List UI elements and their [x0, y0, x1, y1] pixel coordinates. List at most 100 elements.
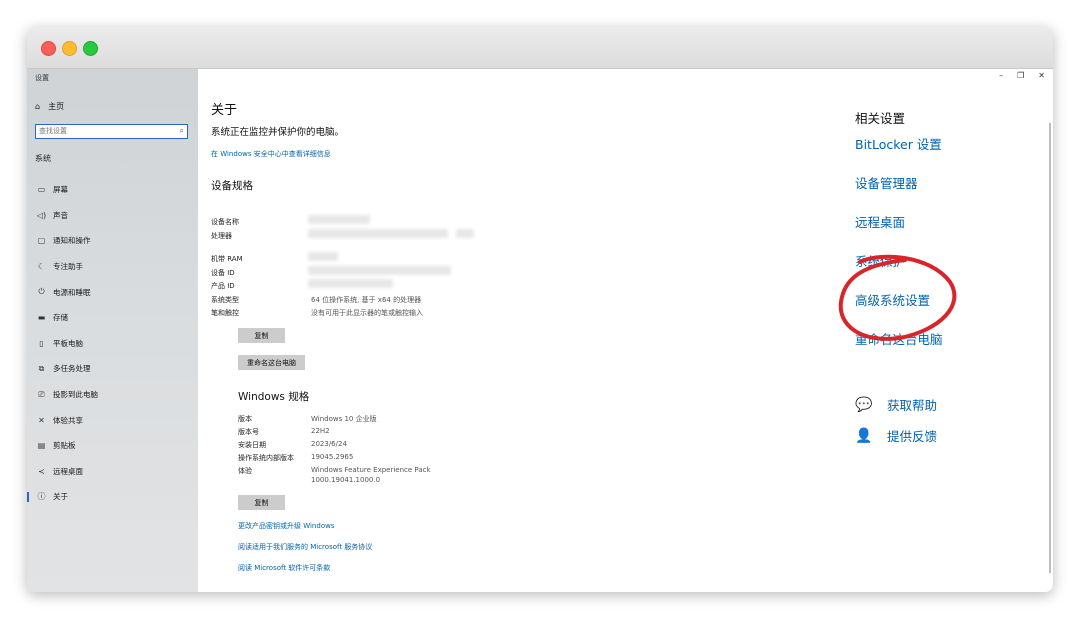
nav-label: 多任务处理: [53, 364, 91, 374]
system-type-label: 系统类型: [211, 296, 239, 304]
sidebar-item-storage[interactable]: ▬ 存储: [27, 305, 198, 331]
window-controls: – ❐ ✕: [999, 71, 1045, 80]
close-button[interactable]: ✕: [1038, 71, 1045, 80]
feedback-icon: 👤: [855, 427, 873, 444]
info-icon: ⓘ: [37, 492, 46, 502]
experience-value: Windows Feature Experience Pack: [311, 466, 431, 474]
sidebar-item-power[interactable]: ⏻ 电源和睡眠: [27, 279, 198, 305]
redacted-processor-speed: [456, 229, 474, 238]
sidebar-item-project[interactable]: ⎚ 投影到此电脑: [27, 382, 198, 408]
redacted-product-id: [308, 279, 393, 288]
nav-label: 存储: [53, 313, 68, 323]
minimize-button[interactable]: –: [999, 71, 1003, 80]
version-label: 版本号: [238, 428, 259, 436]
help-chat-icon: 💬: [855, 396, 873, 413]
sidebar-item-clipboard[interactable]: ▤ 剪贴板: [27, 433, 198, 459]
related-settings-title: 相关设置: [855, 111, 906, 126]
redacted-device-id: [308, 266, 451, 275]
copy-windows-spec-button[interactable]: 复制: [238, 495, 285, 510]
edition-value: Windows 10 企业版: [311, 415, 377, 423]
protection-status: 系统正在监控并保护你的电脑。: [211, 127, 345, 138]
nav-label: 专注助手: [53, 262, 83, 272]
security-center-link[interactable]: 在 Windows 安全中心中查看详细信息: [211, 149, 331, 159]
sidebar-item-multitask[interactable]: ⧉ 多任务处理: [27, 356, 198, 382]
install-date-label: 安装日期: [238, 441, 266, 449]
moon-icon: ☾: [37, 262, 46, 272]
nav-label: 平板电脑: [53, 338, 83, 348]
redacted-device-name: [308, 215, 370, 224]
page-title: 关于: [211, 103, 238, 118]
clipboard-icon: ▤: [37, 441, 46, 451]
remote-desktop-link[interactable]: 远程桌面: [855, 212, 905, 231]
scrollbar[interactable]: [1049, 123, 1051, 573]
app-title: 设置: [35, 74, 49, 82]
sidebar-item-home[interactable]: ⌂ 主页: [35, 101, 64, 112]
system-type-value: 64 位操作系统, 基于 x64 的处理器: [311, 296, 422, 304]
zoom-traffic-light[interactable]: [83, 41, 98, 56]
section-heading: 系统: [35, 154, 51, 163]
sidebar-item-remote[interactable]: ≺ 远程桌面: [27, 459, 198, 485]
nav-label: 电源和睡眠: [53, 287, 91, 297]
power-icon: ⏻: [38, 287, 45, 297]
pen-touch-value: 没有可用于此显示器的笔或触控输入: [311, 309, 423, 317]
remote-icon: ≺: [38, 466, 45, 476]
monitor-icon: ▭: [37, 185, 46, 195]
os-build-label: 操作系统内部版本: [238, 454, 294, 462]
sidebar-item-focus[interactable]: ☾ 专注助手: [27, 254, 198, 280]
nav-label: 通知和操作: [53, 236, 91, 246]
device-spec-heading: 设备规格: [211, 180, 253, 192]
edition-label: 版本: [238, 415, 252, 423]
change-product-key-link[interactable]: 更改产品密钥或升级 Windows: [238, 521, 334, 531]
license-terms-link[interactable]: 阅读 Microsoft 软件许可条款: [238, 563, 330, 573]
get-help-link[interactable]: 获取帮助: [887, 395, 937, 414]
device-name-label: 设备名称: [211, 218, 239, 226]
product-id-label: 产品 ID: [211, 282, 235, 290]
feedback-link[interactable]: 提供反馈: [887, 426, 937, 445]
ram-label: 机带 RAM: [211, 255, 243, 263]
sidebar-item-notifications[interactable]: ▢ 通知和操作: [27, 228, 198, 254]
device-id-label: 设备 ID: [211, 269, 235, 277]
feedback-row[interactable]: 👤 提供反馈: [855, 426, 937, 445]
os-build-value: 19045.2965: [311, 453, 354, 461]
sidebar-item-sound[interactable]: ◁) 声音: [27, 203, 198, 229]
version-value: 22H2: [311, 427, 330, 435]
minimize-traffic-light[interactable]: [62, 41, 77, 56]
close-traffic-light[interactable]: [41, 41, 56, 56]
mac-title-bar: [27, 27, 1053, 69]
sidebar-nav: ▭ 屏幕 ◁) 声音 ▢ 通知和操作 ☾ 专注助手 ⏻ 电源和睡眠 ▬ 存储 ▯ 平板电脑 ⧉…: [27, 177, 198, 510]
bitlocker-settings-link[interactable]: BitLocker 设置: [855, 134, 942, 153]
rename-pc-link[interactable]: 重命名这台电脑: [855, 329, 943, 348]
windows-spec-heading: Windows 规格: [238, 391, 310, 403]
redacted-ram: [308, 252, 338, 261]
service-agreement-link[interactable]: 阅读适用于我们服务的 Microsoft 服务协议: [238, 542, 372, 552]
nav-label: 关于: [53, 492, 68, 502]
sidebar-item-shared[interactable]: ✕ 体验共享: [27, 407, 198, 433]
rename-pc-button[interactable]: 重命名这台电脑: [238, 355, 305, 370]
home-label: 主页: [48, 102, 65, 111]
search-icon[interactable]: ⌕: [180, 126, 184, 136]
redacted-processor: [308, 229, 448, 238]
sidebar-item-about[interactable]: ⓘ 关于: [27, 484, 198, 510]
system-protection-link[interactable]: 系统保护: [855, 251, 905, 270]
copy-device-spec-button[interactable]: 复制: [238, 328, 285, 343]
nav-label: 屏幕: [53, 185, 68, 195]
nav-label: 声音: [53, 210, 68, 220]
speaker-icon: ◁): [36, 210, 47, 220]
pen-touch-label: 笔和触控: [211, 309, 239, 317]
experience-value-line2: 1000.19041.1000.0: [311, 476, 381, 484]
advanced-system-settings-link[interactable]: 高级系统设置: [855, 290, 930, 309]
get-help-row[interactable]: 💬 获取帮助: [855, 395, 937, 414]
sidebar-item-display[interactable]: ▭ 屏幕: [27, 177, 198, 203]
search-box[interactable]: ⌕: [35, 124, 188, 139]
storage-icon: ▬: [37, 313, 46, 323]
restore-button[interactable]: ❐: [1017, 71, 1024, 80]
notification-icon: ▢: [37, 236, 46, 246]
device-manager-link[interactable]: 设备管理器: [855, 173, 918, 192]
tablet-icon: ▯: [39, 338, 44, 348]
nav-label: 体验共享: [53, 415, 83, 425]
settings-sidebar: 设置 ⌂ 主页 ⌕ 系统 ▭ 屏幕 ◁) 声音 ▢ 通知和操作 ☾ 专注助手 ⏻ 电源和睡…: [27, 69, 198, 592]
sidebar-item-tablet[interactable]: ▯ 平板电脑: [27, 331, 198, 357]
experience-label: 体验: [238, 467, 252, 475]
home-icon: ⌂: [35, 102, 41, 111]
search-input[interactable]: [39, 125, 169, 137]
